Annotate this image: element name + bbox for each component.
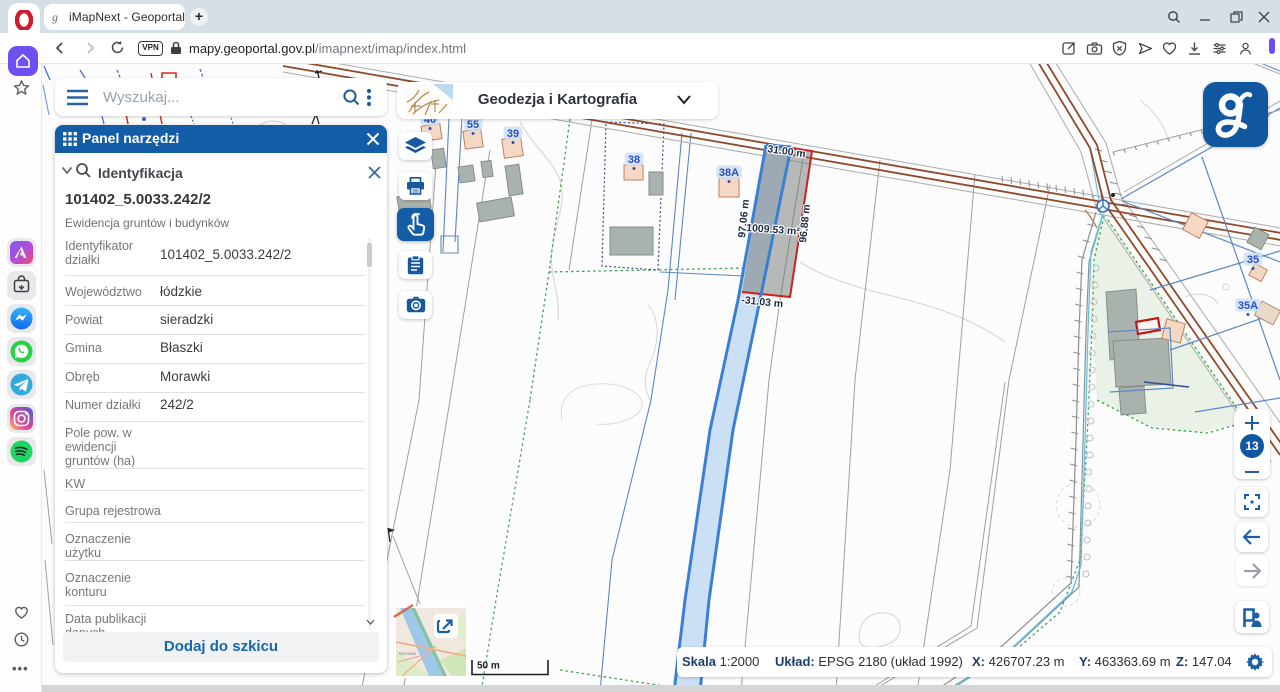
svg-text:g: g bbox=[52, 10, 58, 24]
svg-text:50 m: 50 m bbox=[477, 661, 500, 672]
svg-text:39: 39 bbox=[507, 128, 519, 140]
svg-text:35A: 35A bbox=[1238, 300, 1258, 312]
svg-text:55: 55 bbox=[467, 119, 479, 131]
svg-text:Morawki: Morawki bbox=[399, 651, 416, 656]
svg-text:38: 38 bbox=[628, 154, 640, 166]
svg-text:38A: 38A bbox=[719, 167, 739, 179]
svg-text:35: 35 bbox=[1247, 254, 1259, 266]
